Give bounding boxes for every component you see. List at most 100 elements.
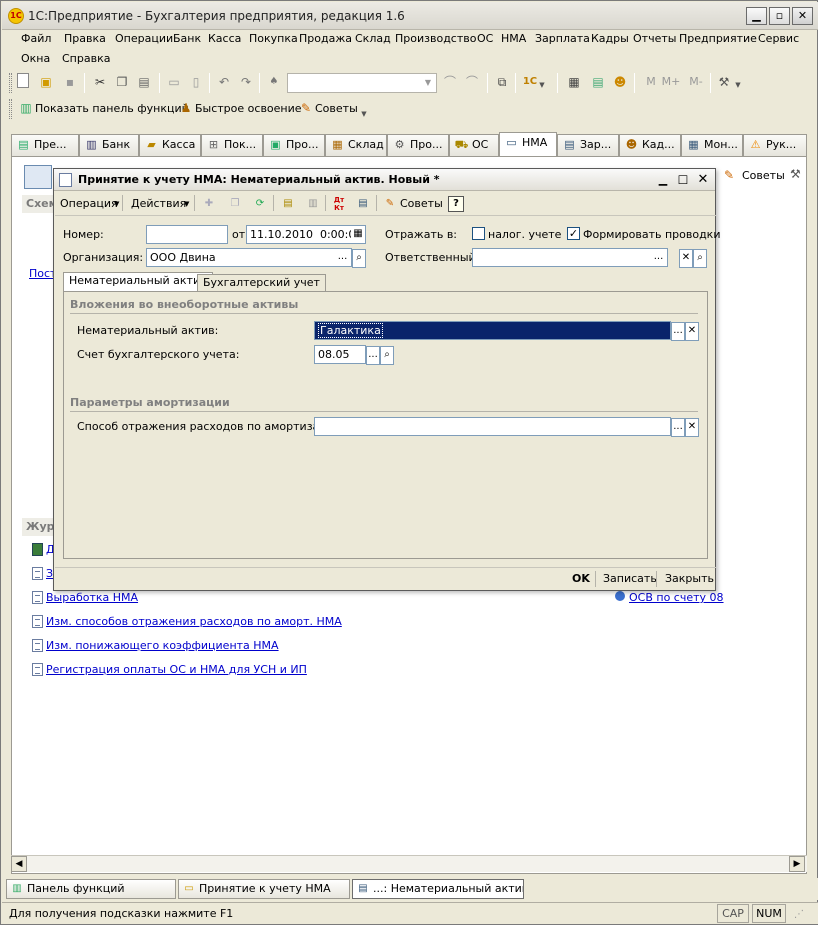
save-button[interactable]: Записать	[603, 572, 657, 585]
tab-accounting[interactable]: Бухгалтерский учет	[197, 274, 326, 292]
amortization-method-field[interactable]	[314, 417, 671, 436]
select-button[interactable]: ...	[671, 418, 685, 437]
memory-minus-button[interactable]: M-	[685, 73, 707, 91]
open-icon[interactable]: ▣	[37, 73, 55, 91]
memory-button[interactable]: M	[642, 73, 660, 91]
unpost-icon[interactable]: ▥	[305, 196, 321, 212]
tab-intangible-asset[interactable]: Нематериальный актив	[63, 272, 213, 292]
panel-tips-button[interactable]: Советы	[742, 169, 785, 182]
reducing-coefficient-change-link[interactable]: Изм. понижающего коэффициента НМА	[46, 639, 279, 652]
menu-intangible[interactable]: НМА	[501, 32, 526, 45]
menu-file[interactable]: Файл	[21, 32, 51, 45]
menu-sales[interactable]: Продажа	[299, 32, 352, 45]
tab-salary[interactable]: ▤ Зар...	[557, 134, 619, 156]
refresh-icon[interactable]: ⟳	[252, 196, 268, 212]
maximize-icon[interactable]: ☐	[674, 171, 692, 189]
account-field[interactable]: 08.05	[314, 345, 366, 364]
structure-icon[interactable]: ▤	[355, 196, 371, 212]
windows-icon[interactable]: ⧉	[493, 73, 511, 91]
menu-windows[interactable]: Окна	[21, 52, 50, 65]
scroll-right-icon[interactable]: ▶	[789, 856, 805, 872]
output-nma-link[interactable]: Выработка НМА	[46, 591, 138, 604]
operation-menu[interactable]: Операция	[60, 197, 118, 210]
tab-sales[interactable]: ▣ Про...	[263, 134, 325, 156]
menu-edit[interactable]: Правка	[64, 32, 106, 45]
select-button[interactable]: ...	[336, 249, 349, 266]
menu-production[interactable]: Производство	[395, 32, 476, 45]
tips-icon[interactable]: ✎	[382, 196, 398, 212]
find-next-icon[interactable]: ⌒	[441, 73, 459, 91]
tab-monitor[interactable]: ▦ Мон...	[681, 134, 743, 156]
scroll-left-icon[interactable]: ◀	[11, 856, 27, 872]
chevron-down-icon[interactable]: ▼	[359, 105, 369, 123]
asset-field[interactable]: Галактика	[314, 321, 671, 340]
quick-learning-icon[interactable]: ♟	[177, 99, 195, 117]
menu-warehouse[interactable]: Склад	[355, 32, 391, 45]
search-combo[interactable]	[287, 73, 437, 93]
maximize-button[interactable]: ▫	[769, 7, 790, 25]
print-preview-icon[interactable]: ▯	[187, 73, 205, 91]
menu-hr[interactable]: Кадры	[591, 32, 629, 45]
search-icon[interactable]: ⌕	[693, 249, 707, 268]
select-button[interactable]: ...	[652, 249, 665, 266]
tab-enterprise[interactable]: ▤ Пре...	[11, 134, 79, 156]
document-link[interactable]: З	[46, 567, 53, 580]
calendar-icon[interactable]: ▦	[351, 226, 365, 243]
close-icon[interactable]: ✕	[694, 171, 712, 189]
tax-accounting-checkbox[interactable]	[472, 227, 485, 240]
report-link-08[interactable]: ОСВ по счету 08	[629, 591, 724, 604]
debit-credit-icon[interactable]: Дт Кт	[331, 196, 347, 212]
clear-icon[interactable]: ✕	[685, 418, 699, 437]
actions-menu[interactable]: Действия	[131, 197, 186, 210]
new-document-icon[interactable]	[17, 73, 29, 88]
paste-icon[interactable]: ▤	[135, 73, 153, 91]
show-functions-panel-button[interactable]: Показать панель функций	[35, 102, 189, 115]
number-field[interactable]	[146, 225, 228, 244]
select-button[interactable]: ...	[671, 322, 685, 341]
calculator-icon[interactable]: ▦	[565, 73, 583, 91]
quick-learning-button[interactable]: Быстрое освоение	[195, 102, 302, 115]
help-button[interactable]: ?	[448, 196, 464, 212]
organization-field[interactable]: ООО Двина ...	[146, 248, 352, 267]
tab-cash[interactable]: ▰ Касса	[139, 134, 201, 156]
chevron-down-icon[interactable]: ▼	[733, 76, 743, 94]
memory-plus-button[interactable]: M+	[660, 73, 682, 91]
resize-grip-icon[interactable]: ⋰	[794, 909, 806, 921]
responsible-field[interactable]: ...	[472, 248, 668, 267]
search-icon[interactable]: ⌕	[380, 346, 394, 365]
post-icon[interactable]: ▤	[280, 196, 296, 212]
tab-purchase[interactable]: ⊞ Пок...	[201, 134, 263, 156]
print-icon[interactable]: ▭	[165, 73, 183, 91]
search-icon[interactable]: ⌕	[352, 249, 366, 268]
date-field[interactable]: 11.10.2010 0:00:00 ▦	[246, 225, 366, 244]
copy-icon[interactable]: ❐	[113, 73, 131, 91]
menu-bank[interactable]: Банк	[173, 32, 201, 45]
task-functions-panel[interactable]: ▥ Панель функций	[6, 879, 176, 899]
chevron-down-icon[interactable]: ▼	[537, 76, 547, 94]
menu-help[interactable]: Справка	[62, 52, 110, 65]
redo-icon[interactable]: ↷	[237, 73, 255, 91]
tab-warehouse[interactable]: ▦ Склад	[325, 134, 387, 156]
add-icon[interactable]: ✚	[201, 196, 217, 212]
tab-production[interactable]: ⚙ Про...	[387, 134, 449, 156]
payment-registration-link[interactable]: Регистрация оплаты ОС и НМА для УСН и ИП	[46, 663, 307, 676]
select-button[interactable]: ...	[366, 346, 380, 365]
menu-fixed-assets[interactable]: ОС	[477, 32, 493, 45]
tab-intangible[interactable]: ▭ НМА	[499, 132, 557, 156]
tab-fixed-assets[interactable]: ⛟ ОС	[449, 134, 499, 156]
tips-icon[interactable]: ✎	[297, 99, 315, 117]
menu-purchase[interactable]: Покупка	[249, 32, 298, 45]
dialog-tips-button[interactable]: Советы	[400, 197, 443, 210]
menu-reports[interactable]: Отчеты	[633, 32, 676, 45]
ok-button[interactable]: OK	[572, 572, 590, 585]
menu-service[interactable]: Сервис	[758, 32, 799, 45]
horizontal-scrollbar[interactable]: ◀ ▶	[11, 855, 807, 872]
menu-cash[interactable]: Касса	[208, 32, 241, 45]
clear-icon[interactable]: ✕	[679, 249, 693, 268]
close-button[interactable]: ✕	[792, 7, 813, 25]
task-nma-acceptance-list[interactable]: ▭ Принятие к учету НМА	[178, 879, 350, 899]
task-nma-document[interactable]: ▤ ...: Нематериальный актив....	[352, 879, 524, 899]
tips-button[interactable]: Советы	[315, 102, 358, 115]
toolbar-grip[interactable]	[9, 73, 12, 93]
find-prev-icon[interactable]: ⌒	[463, 73, 481, 91]
